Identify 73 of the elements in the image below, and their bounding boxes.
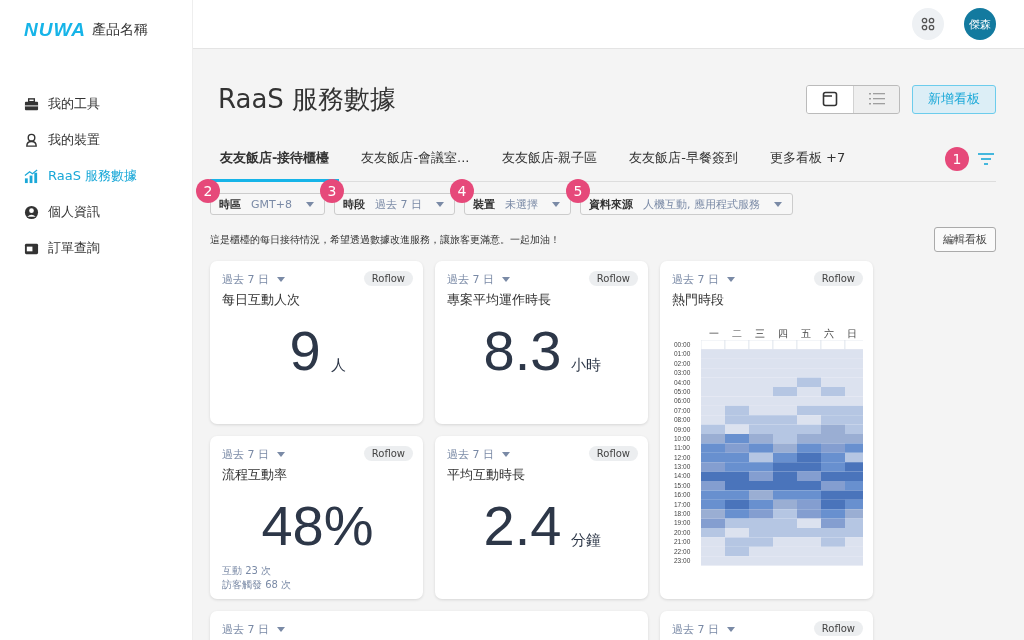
metric-value: 48% <box>261 498 374 554</box>
user-icon <box>24 204 39 220</box>
caret-icon <box>727 277 735 282</box>
metric-value: 8.3 <box>483 323 562 379</box>
caret-icon <box>435 201 444 207</box>
period-dropdown[interactable]: 過去 7 日 <box>222 622 285 637</box>
card-title: 專案平均運作時長 <box>447 291 552 309</box>
caret-icon <box>277 627 285 632</box>
apps-button[interactable] <box>912 8 944 40</box>
step-badge: 2 <box>196 179 220 203</box>
card-title: 每日互動人次 <box>222 291 301 309</box>
toolbox-icon <box>24 96 39 112</box>
step-badge: 4 <box>449 179 474 203</box>
sidebar-item[interactable]: 我的裝置 <box>0 122 192 158</box>
day-label: 一 <box>707 327 720 340</box>
bar-chart-icon <box>24 168 39 184</box>
edit-board-button[interactable]: 編輯看板 <box>934 227 996 252</box>
day-label: 四 <box>776 327 789 340</box>
period-dropdown[interactable]: 過去 7 日 <box>222 447 285 462</box>
sidebar-item[interactable]: 個人資訊 <box>0 194 192 230</box>
source-tag: Roflow <box>363 445 413 461</box>
card-title: 流程互動率 <box>222 466 288 484</box>
caret-icon <box>277 452 285 457</box>
user-avatar[interactable]: 傑森 <box>964 8 996 40</box>
day-label: 二 <box>730 327 743 340</box>
metric-value: 2.4 <box>483 498 562 554</box>
metric-note: 訪客觸發 68 次 <box>222 578 293 592</box>
source-tag: Roflow <box>588 445 638 461</box>
period-dropdown[interactable]: 過去 7 日 <box>447 447 510 462</box>
card-title: 熱門時段 <box>672 291 725 309</box>
metric-unit: 分鐘 <box>571 531 602 550</box>
period-dropdown[interactable]: 過去 7 日 <box>672 622 735 637</box>
source-tag: Roflow <box>813 620 863 636</box>
metric-unit: 人 <box>330 356 346 375</box>
board-tab[interactable]: 友友飯店-會議室... <box>351 136 480 182</box>
caret-icon <box>551 201 560 207</box>
metric-unit: 小時 <box>571 356 602 375</box>
day-label: 日 <box>845 327 858 340</box>
caret-icon <box>502 452 510 457</box>
caret-icon <box>305 201 314 207</box>
caret-icon <box>727 627 735 632</box>
view-toggle-button[interactable] <box>807 85 853 113</box>
day-label: 三 <box>753 327 766 340</box>
caret-icon <box>277 277 285 282</box>
board-tab[interactable]: 更多看板 +7 <box>759 136 856 182</box>
period-dropdown[interactable]: 過去 7 日 <box>672 272 735 287</box>
period-dropdown[interactable]: 過去 7 日 <box>222 272 285 287</box>
brand-logo: NUWA <box>24 19 87 41</box>
metric-value: 9 <box>289 323 321 379</box>
period-dropdown[interactable]: 過去 7 日 <box>447 272 510 287</box>
source-tag: Roflow <box>363 270 413 286</box>
caret-icon <box>773 201 782 207</box>
caret-icon <box>502 277 510 282</box>
day-label: 六 <box>822 327 835 340</box>
sidebar-item[interactable]: 訂單查詢 <box>0 230 192 266</box>
sidebar-item[interactable]: 我的工具 <box>0 86 192 122</box>
apps-grid-icon <box>921 17 935 31</box>
board-tab[interactable]: 友友飯店-親子區 <box>491 136 608 182</box>
source-tag: Roflow <box>813 270 863 286</box>
list-view-icon <box>868 92 885 106</box>
product-name: 產品名稱 <box>92 21 149 39</box>
page-title: RaaS 服務數據 <box>218 82 398 116</box>
metric-note: 互動 23 次 <box>222 564 273 578</box>
view-toggle-button[interactable] <box>853 85 899 113</box>
board-description: 這是櫃檯的每日接待情況，希望透過數據改進服務，讓旅客更滿意。一起加油！ <box>210 232 560 247</box>
source-tag: Roflow <box>588 270 638 286</box>
card-title: 平均互動時長 <box>447 466 526 484</box>
step-badge: 1 <box>945 147 969 171</box>
card-view-icon <box>822 91 838 107</box>
filter-dropdown[interactable]: 時區 GMT+8 <box>210 193 325 215</box>
board-tab[interactable]: 友友飯店-早餐簽到 <box>619 136 748 182</box>
step-badge: 5 <box>565 179 590 203</box>
day-label: 五 <box>799 327 812 340</box>
